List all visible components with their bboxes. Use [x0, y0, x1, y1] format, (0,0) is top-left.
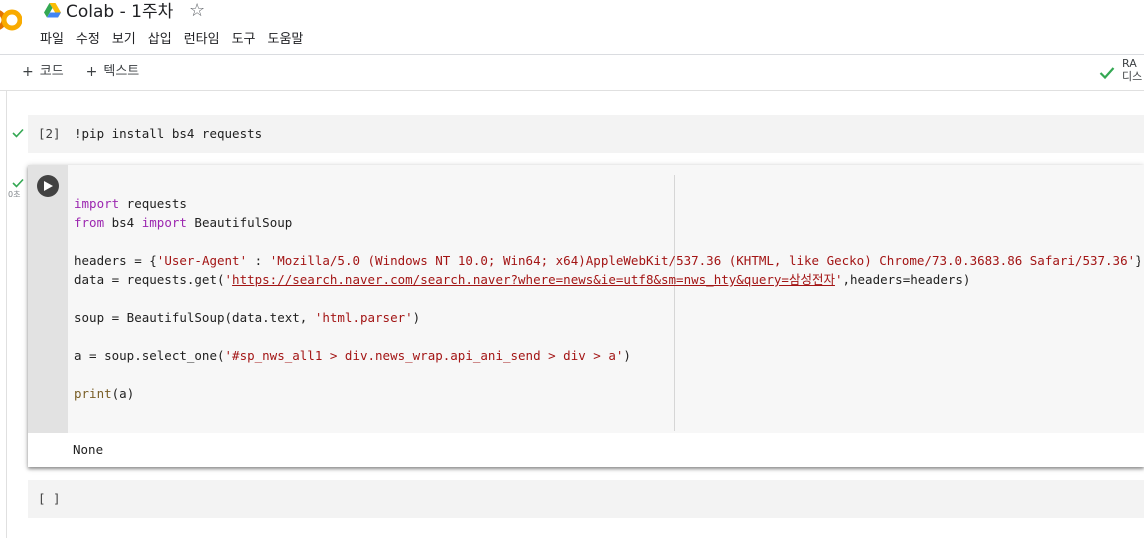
- run-cell-button[interactable]: [37, 175, 59, 197]
- code-lines: import requests from bs4 import Beautifu…: [74, 194, 1140, 403]
- header-divider: [0, 54, 1144, 55]
- disk-label: 디스: [1122, 70, 1143, 83]
- cell-gutter: [28, 165, 68, 433]
- code-cell-1[interactable]: [2] !pip install bs4 requests: [28, 115, 1144, 153]
- code-line: print(a): [74, 384, 1140, 403]
- menu-view[interactable]: 보기: [106, 30, 142, 50]
- cell-success-check-icon: [12, 178, 24, 188]
- execution-time: 0초: [8, 190, 21, 199]
- google-drive-icon[interactable]: [44, 3, 61, 18]
- string-literal: '#sp_nws_all1 > div.news_wrap.api_ani_se…: [224, 348, 624, 363]
- cell-output: None: [73, 442, 104, 457]
- add-text-button[interactable]: + 텍스트: [82, 60, 144, 84]
- plus-icon: +: [85, 64, 98, 80]
- notebook-left-rail: [6, 91, 7, 538]
- ram-disk-indicator[interactable]: RA 디스: [1122, 57, 1142, 83]
- star-icon[interactable]: ☆: [189, 0, 205, 22]
- play-icon: [44, 181, 53, 191]
- toolbar-divider: [0, 90, 1144, 91]
- connected-check-icon[interactable]: [1099, 66, 1115, 80]
- code-line: a = soup.select_one('#sp_nws_all1 > div.…: [74, 346, 1140, 365]
- keyword: import: [74, 196, 120, 211]
- code-text: ): [412, 310, 421, 325]
- code-line: import requests: [74, 194, 1140, 213]
- string-literal: 'User-Agent': [156, 253, 248, 268]
- execution-count: [ ]: [38, 491, 61, 506]
- string-literal: 'Mozilla/5.0 (Windows NT 10.0; Win64; x6…: [269, 253, 1136, 268]
- code-text: :: [247, 253, 270, 268]
- code-text: requests: [119, 196, 187, 211]
- menu-edit[interactable]: 수정: [70, 30, 106, 50]
- keyword: import: [141, 215, 187, 230]
- code-cell-2[interactable]: import requests from bs4 import Beautifu…: [28, 165, 1144, 467]
- add-code-label: 코드: [39, 64, 64, 79]
- builtin-function: print: [74, 386, 112, 401]
- code-text: ): [623, 348, 631, 363]
- menu-bar: 파일 수정 보기 삽입 런타임 도구 도움말: [34, 30, 309, 50]
- ram-label: RA: [1122, 57, 1137, 70]
- notebook-toolbar: + 코드 + 텍스트: [18, 60, 143, 84]
- code-text: BeautifulSoup: [186, 215, 293, 230]
- plus-icon: +: [22, 64, 34, 80]
- keyword: from: [74, 215, 105, 230]
- code-text: (a): [111, 386, 135, 401]
- cell-success-check-icon: [12, 128, 24, 138]
- notebook-title[interactable]: Colab - 1주차: [66, 0, 173, 24]
- menu-help[interactable]: 도움말: [262, 30, 310, 50]
- code-text: a = soup.select_one(: [74, 348, 225, 363]
- code-text: }: [1135, 253, 1140, 268]
- menu-runtime[interactable]: 런타임: [178, 30, 226, 50]
- code-line: soup = BeautifulSoup(data.text, 'html.pa…: [74, 308, 1140, 327]
- code-text: data = requests.get(: [74, 272, 225, 287]
- code-text: soup = BeautifulSoup(data.text,: [74, 310, 315, 325]
- colab-logo-icon[interactable]: [0, 5, 22, 35]
- code-text: ,headers=headers): [842, 272, 971, 287]
- string-quote: ': [224, 272, 233, 287]
- menu-insert[interactable]: 삽입: [142, 30, 178, 50]
- code-line: data = requests.get('https://search.nave…: [74, 270, 1140, 289]
- menu-file[interactable]: 파일: [34, 30, 70, 50]
- code-text: headers = {: [74, 253, 157, 268]
- cell-code[interactable]: !pip install bs4 requests: [74, 125, 262, 143]
- menu-tools[interactable]: 도구: [226, 30, 262, 50]
- code-editor[interactable]: import requests from bs4 import Beautifu…: [68, 165, 1144, 433]
- add-text-label: 텍스트: [103, 64, 140, 79]
- url-link[interactable]: https://search.naver.com/search.naver?wh…: [232, 272, 835, 287]
- add-code-button[interactable]: + 코드: [18, 60, 68, 84]
- string-literal: 'html.parser': [314, 310, 413, 325]
- code-line: from bs4 import BeautifulSoup: [74, 213, 1140, 232]
- execution-count: [2]: [38, 126, 61, 141]
- code-text: bs4: [104, 215, 142, 230]
- code-line: headers = {'User-Agent' : 'Mozilla/5.0 (…: [74, 251, 1140, 270]
- code-cell-3[interactable]: [ ]: [28, 480, 1144, 518]
